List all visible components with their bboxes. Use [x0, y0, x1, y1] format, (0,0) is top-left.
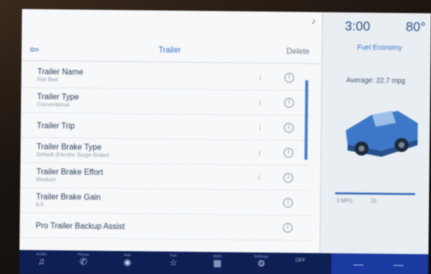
trailer-settings-list: Trailer Name Flat Bed i i Trailer Type C… [19, 62, 312, 242]
navigation-icon: ◉ [123, 257, 132, 268]
mpg-bar-min: 0 MPG [336, 198, 353, 205]
dock-nav[interactable]: Nav ◉ [107, 252, 147, 268]
setting-row-trailer-type[interactable]: Trailer Type Conventional i i [20, 87, 312, 117]
music-icon: ♫ [37, 256, 45, 267]
setting-row-trailer-brake-effort[interactable]: Trailer Brake Effort Medium i i [20, 162, 311, 192]
edit-icon[interactable]: i [284, 72, 295, 83]
back-arrow-icon[interactable]: ⇦ [30, 43, 39, 56]
info-icon[interactable]: i [259, 148, 261, 157]
setting-label: Trailer Brake Effort [36, 167, 104, 177]
edit-icon[interactable]: i [283, 122, 294, 133]
fuel-economy-title[interactable]: Fuel Economy [335, 44, 425, 52]
apps-grid-icon: ▦ [213, 258, 222, 269]
delete-button[interactable]: Delete [286, 47, 309, 56]
edit-icon[interactable]: i [282, 222, 293, 233]
truck-image [345, 110, 418, 157]
setting-label: Trailer Trip [36, 121, 75, 131]
setting-row-trailer-brake-type[interactable]: Trailer Brake Type Default (Electric Sur… [20, 137, 311, 167]
edit-icon[interactable]: i [282, 197, 294, 208]
edit-icon[interactable]: i [283, 172, 294, 183]
star-icon: ☆ [169, 257, 178, 268]
status-glyph: ♪ [311, 16, 316, 27]
info-icon[interactable]: i [259, 73, 261, 82]
setting-label: Trailer Type [37, 92, 79, 102]
climate-strip [331, 253, 429, 274]
mpg-bar [335, 192, 416, 196]
dock-apps[interactable]: Apps ▦ [197, 253, 237, 269]
page-title: Trailer [158, 45, 181, 55]
info-icon[interactable]: i [259, 123, 261, 132]
info-icon[interactable]: i [258, 173, 260, 182]
edit-icon[interactable]: i [283, 147, 294, 158]
sync-screen: ♪ ⇦ Trailer Delete Trailer Name Flat Bed… [19, 9, 431, 274]
setting-row-trailer-name[interactable]: Trailer Name Flat Bed i i [21, 62, 312, 92]
climate-control-left[interactable] [353, 264, 364, 266]
setting-label: Pro Trailer Backup Assist [35, 221, 125, 232]
setting-row-trailer-brake-gain[interactable]: Trailer Brake Gain 6.5 i [19, 187, 311, 217]
setting-value: Default (Electric Surge Brake) [36, 152, 110, 159]
settings-panel: ♪ ⇦ Trailer Delete Trailer Name Flat Bed… [19, 9, 322, 254]
setting-value: Conventional [36, 102, 70, 109]
phone-icon: ✆ [79, 256, 88, 267]
info-icon[interactable]: i [259, 98, 261, 107]
setting-row-pro-trailer-backup-assist[interactable]: Pro Trailer Backup Assist i [19, 212, 310, 242]
dock-fav[interactable]: Fav ☆ [153, 252, 193, 268]
dock-settings[interactable]: Settings ⚙ [241, 253, 281, 269]
outside-temperature: 80° [405, 19, 426, 35]
edit-icon[interactable]: i [283, 97, 295, 108]
mpg-bar-mid: 15 [370, 198, 377, 205]
setting-label: Trailer Brake Gain [35, 192, 101, 202]
settings-header: ⇦ Trailer Delete [21, 36, 322, 65]
dock-phone[interactable]: Phone ✆ [63, 251, 103, 267]
bottom-dock: Audio ♫ Phone ✆ Nav ◉ Fav ☆ Apps ▦ Setti… [19, 249, 429, 274]
average-mpg: Average: 22.7 mpg [346, 77, 406, 86]
setting-value: Medium [36, 177, 56, 184]
settings-icon: ⚙ [257, 258, 266, 269]
climate-auxiliary-button[interactable]: OFF [295, 258, 305, 264]
setting-label: Trailer Brake Type [36, 142, 102, 152]
setting-value: 6.5 [35, 202, 44, 209]
fuel-economy-panel: 3:00 80° Fuel Economy Average: 22.7 mpg … [319, 12, 431, 255]
setting-label: Trailer Name [37, 67, 84, 77]
clock: 3:00 [344, 18, 371, 34]
setting-value: Flat Bed [37, 77, 58, 84]
setting-row-trailer-trip[interactable]: Trailer Trip i i [20, 112, 311, 142]
climate-control-right[interactable] [393, 264, 404, 267]
dock-audio[interactable]: Audio ♫ [21, 251, 61, 267]
